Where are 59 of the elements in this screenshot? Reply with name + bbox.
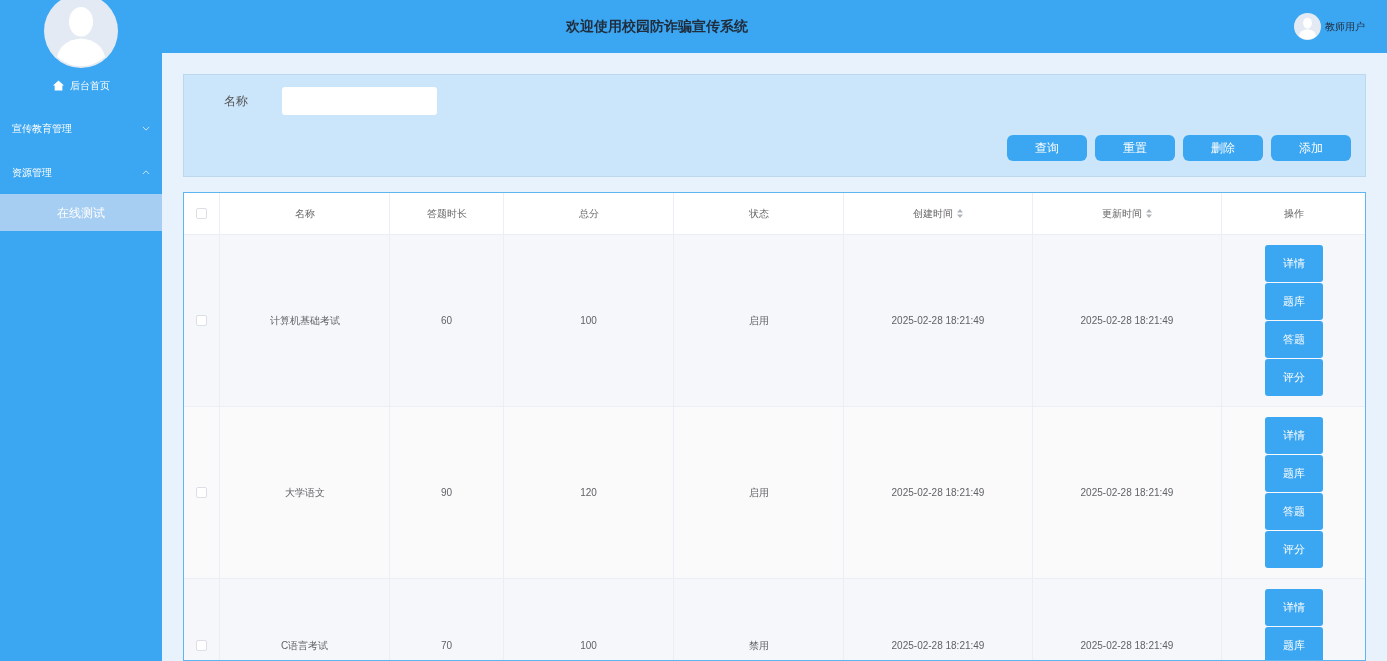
field-label: 名称	[224, 93, 248, 110]
user-avatar-icon	[1294, 13, 1321, 40]
row-action-button[interactable]: 详情	[1264, 417, 1323, 454]
table-cell-text: 启用	[748, 314, 769, 328]
table-cell-text: 100	[580, 639, 597, 653]
table-row[interactable]: 计算机基础考试 60 100 启用 2025-02-28 18:21:49 2025-02-28 18:21:49 详情 题库 答题 评分	[184, 235, 1365, 407]
checkbox[interactable]	[196, 208, 207, 219]
action-button[interactable]: 删除	[1183, 135, 1263, 161]
checkbox[interactable]	[196, 640, 207, 651]
row-action-button[interactable]: 题库	[1264, 627, 1323, 660]
table-cell-text: 2025-02-28 18:21:49	[1080, 314, 1174, 328]
row-action-button[interactable]: 答题	[1264, 493, 1323, 530]
column-header: 答题时长	[426, 207, 467, 221]
home-icon	[52, 79, 64, 91]
action-button[interactable]: 添加	[1271, 135, 1351, 161]
user-name[interactable]: 教师用户	[1325, 19, 1365, 34]
table-cell-text: 70	[440, 639, 453, 653]
row-action-button[interactable]: 评分	[1264, 531, 1323, 568]
table-cell-text: 90	[440, 486, 453, 500]
row-action-button[interactable]: 详情	[1264, 589, 1323, 626]
row-action-button[interactable]: 答题	[1264, 321, 1323, 358]
table-row[interactable]: C语言考试 70 100 禁用 2025-02-28 18:21:49 2025-02-28 18:21:49 详情 题库	[184, 579, 1365, 660]
column-header: 名称	[294, 207, 315, 221]
table-cell-text: 2025-02-28 18:21:49	[891, 639, 985, 653]
row-action-button[interactable]: 题库	[1264, 455, 1323, 492]
checkbox[interactable]	[196, 487, 207, 498]
table-cell-text: 100	[580, 314, 597, 328]
menu-item[interactable]: 资源管理	[0, 150, 162, 194]
table-cell-text: 启用	[748, 486, 769, 500]
avatar-icon	[44, 0, 118, 68]
checkbox[interactable]	[196, 315, 207, 326]
table-row[interactable]: 大学语文 90 120 启用 2025-02-28 18:21:49 2025-02-28 18:21:49 详情 题库 答题 评分	[184, 407, 1365, 579]
action-button[interactable]: 重置	[1095, 135, 1175, 161]
column-header: 更新时间	[1102, 207, 1142, 221]
row-action-button[interactable]: 详情	[1264, 245, 1323, 282]
system-title: 欢迎使用校园防诈骗宣传系统	[566, 17, 748, 36]
table-cell-text: C语言考试	[280, 639, 329, 653]
table-cell-text: 2025-02-28 18:21:49	[1080, 486, 1174, 500]
table-cell-text: 120	[580, 486, 597, 500]
submenu-item[interactable]: 在线测试	[0, 194, 162, 231]
sort-icon[interactable]	[1146, 209, 1152, 218]
table-cell-text: 2025-02-28 18:21:49	[891, 486, 985, 500]
row-action-button[interactable]: 题库	[1264, 283, 1323, 320]
table-cell-text: 2025-02-28 18:21:49	[1080, 639, 1174, 653]
column-header: 创建时间	[913, 207, 953, 221]
column-header: 操作	[1283, 207, 1304, 221]
table-cell-text: 禁用	[748, 639, 769, 653]
menu-item[interactable]: 宣传教育管理	[0, 106, 162, 150]
table-cell-text: 2025-02-28 18:21:49	[891, 314, 985, 328]
column-header: 状态	[748, 207, 769, 221]
table-cell-text: 计算机基础考试	[269, 314, 340, 328]
sort-icon[interactable]	[957, 209, 963, 218]
action-button[interactable]: 查询	[1007, 135, 1087, 161]
table-cell-text: 大学语文	[284, 486, 325, 500]
table-cell-text: 60	[440, 314, 453, 328]
home-link[interactable]: 后台首页	[0, 76, 162, 94]
column-header: 总分	[578, 207, 599, 221]
row-action-button[interactable]: 评分	[1264, 359, 1323, 396]
name-input[interactable]	[282, 87, 437, 115]
